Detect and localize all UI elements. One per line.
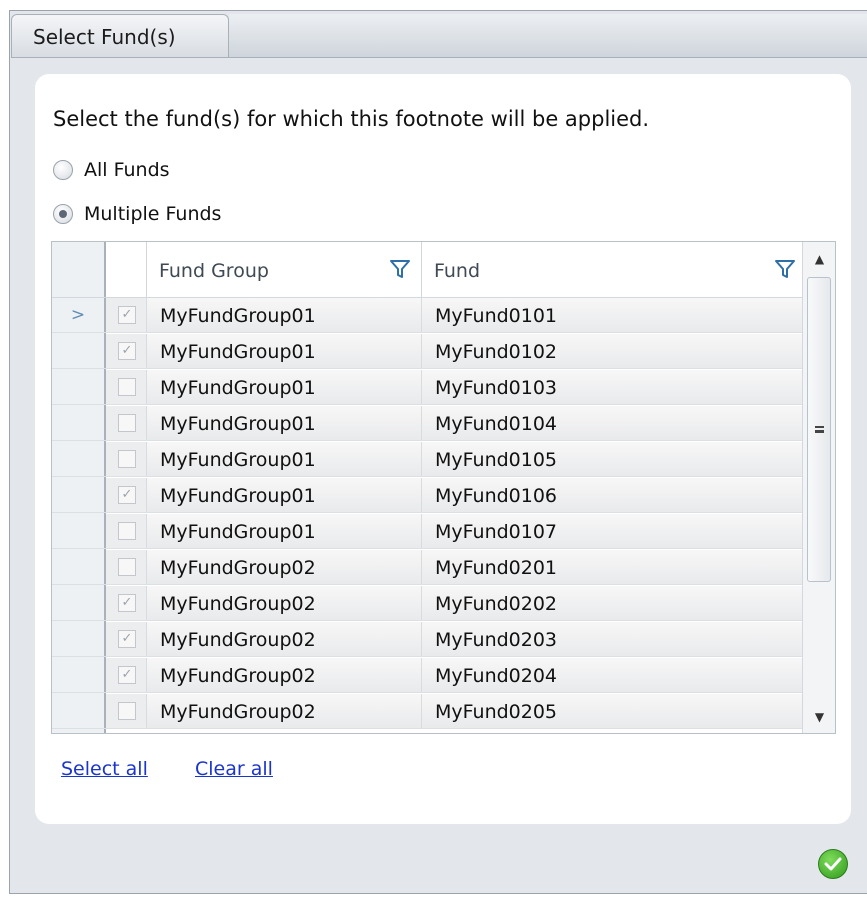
table-row[interactable]: ✓ MyFundGroup01 MyFund0106: [52, 478, 802, 513]
row-checkbox[interactable]: ✓: [118, 630, 136, 648]
row-indicator: [52, 622, 104, 656]
row-indicator: [52, 658, 104, 692]
all-funds-radio[interactable]: [53, 160, 73, 180]
fund-group-cell: MyFundGroup01: [147, 298, 422, 332]
row-checkbox[interactable]: [118, 450, 136, 468]
fund-group-header-label: Fund Group: [159, 260, 269, 282]
table-row[interactable]: MyFundGroup01 MyFund0105: [52, 442, 802, 477]
fund-cell: MyFund0106: [422, 478, 802, 512]
fund-group-cell: MyFundGroup01: [147, 334, 422, 368]
row-checkbox[interactable]: ✓: [118, 594, 136, 612]
title-bar-strip: [229, 14, 867, 58]
row-checkbox-cell: [106, 550, 147, 584]
scrollbar-thumb[interactable]: [807, 277, 831, 582]
clear-all-link[interactable]: Clear all: [195, 758, 273, 780]
fund-group-cell: MyFundGroup01: [147, 370, 422, 404]
column-header-fund[interactable]: Fund: [422, 242, 802, 297]
row-checkbox[interactable]: [118, 414, 136, 432]
fund-cell: MyFund0103: [422, 370, 802, 404]
dialog-title: Select Fund(s): [11, 14, 229, 58]
row-checkbox-cell: ✓: [106, 334, 147, 368]
all-funds-option[interactable]: All Funds: [53, 156, 170, 184]
fund-cell: MyFund0105: [422, 442, 802, 476]
fund-group-cell: MyFundGroup02: [147, 694, 422, 728]
row-checkbox-cell: [106, 442, 147, 476]
row-indicator: [52, 442, 104, 476]
fund-group-cell: MyFundGroup02: [147, 586, 422, 620]
row-indicator: [52, 586, 104, 620]
fund-cell: MyFund0202: [422, 586, 802, 620]
fund-cell: MyFund0102: [422, 334, 802, 368]
row-checkbox-cell: [106, 694, 147, 728]
table-row[interactable]: ✓ MyFundGroup01 MyFund0102: [52, 334, 802, 369]
multiple-funds-radio[interactable]: [53, 204, 73, 224]
checkbox-header: [106, 242, 147, 297]
ok-checkmark-button[interactable]: [818, 849, 848, 879]
table-row[interactable]: MyFundGroup01 MyFund0103: [52, 370, 802, 405]
scroll-up-arrow-icon[interactable]: ▲: [803, 244, 835, 274]
instruction-text: Select the fund(s) for which this footno…: [53, 107, 650, 131]
row-checkbox-cell: ✓: [106, 586, 147, 620]
fund-group-cell: MyFundGroup02: [147, 658, 422, 692]
fund-cell: MyFund0205: [422, 694, 802, 728]
row-checkbox[interactable]: [118, 702, 136, 720]
select-all-link[interactable]: Select all: [61, 758, 148, 780]
scroll-down-arrow-icon[interactable]: ▼: [803, 702, 835, 732]
vertical-scrollbar[interactable]: ▲ ▼: [802, 242, 835, 733]
grip-icon: [815, 426, 824, 433]
row-indicator: [52, 694, 104, 728]
row-indicator: [52, 550, 104, 584]
row-checkbox[interactable]: [118, 522, 136, 540]
row-indicator: [52, 370, 104, 404]
fund-group-filter-icon[interactable]: [389, 258, 411, 280]
table-row[interactable]: ✓ MyFundGroup02 MyFund0203: [52, 622, 802, 657]
row-checkbox[interactable]: ✓: [118, 342, 136, 360]
row-checkbox-cell: ✓: [106, 478, 147, 512]
row-checkbox-cell: ✓: [106, 298, 147, 332]
fund-cell: MyFund0204: [422, 658, 802, 692]
row-indicator: >: [52, 298, 104, 332]
fund-cell: MyFund0101: [422, 298, 802, 332]
fund-header-label: Fund: [434, 260, 481, 282]
row-indicator: [52, 406, 104, 440]
row-checkbox-cell: ✓: [106, 622, 147, 656]
table-row[interactable]: ✓ MyFundGroup02 MyFund0202: [52, 586, 802, 621]
row-checkbox-cell: [106, 406, 147, 440]
fund-cell: MyFund0201: [422, 550, 802, 584]
column-header-fund-group[interactable]: Fund Group: [147, 242, 422, 297]
fund-filter-icon[interactable]: [774, 258, 796, 280]
funds-grid: Fund Group Fund > ✓ MyFundGroup01 MyFund010…: [51, 241, 836, 734]
row-indicator: [52, 514, 104, 548]
row-checkbox-cell: ✓: [106, 658, 147, 692]
table-row[interactable]: MyFundGroup01 MyFund0107: [52, 514, 802, 549]
fund-cell: MyFund0107: [422, 514, 802, 548]
row-checkbox[interactable]: [118, 378, 136, 396]
multiple-funds-option[interactable]: Multiple Funds: [53, 200, 221, 228]
grid-header: Fund Group Fund: [52, 242, 802, 298]
table-row[interactable]: ✓ MyFundGroup02 MyFund0204: [52, 658, 802, 693]
fund-group-cell: MyFundGroup01: [147, 442, 422, 476]
row-checkbox[interactable]: ✓: [118, 486, 136, 504]
fund-group-cell: MyFundGroup02: [147, 622, 422, 656]
table-row[interactable]: MyFundGroup01 MyFund0104: [52, 406, 802, 441]
table-row[interactable]: > ✓ MyFundGroup01 MyFund0101: [52, 298, 802, 333]
table-row[interactable]: MyFundGroup02 MyFund0205: [52, 694, 802, 729]
multiple-funds-label: Multiple Funds: [84, 203, 222, 225]
all-funds-label: All Funds: [84, 159, 170, 181]
row-checkbox[interactable]: ✓: [118, 666, 136, 684]
row-checkbox[interactable]: [118, 558, 136, 576]
row-indicator: [52, 334, 104, 368]
fund-group-cell: MyFundGroup01: [147, 514, 422, 548]
fund-group-cell: MyFundGroup02: [147, 550, 422, 584]
fund-cell: MyFund0104: [422, 406, 802, 440]
fund-group-cell: MyFundGroup01: [147, 478, 422, 512]
row-checkbox-cell: [106, 514, 147, 548]
row-checkbox[interactable]: ✓: [118, 306, 136, 324]
table-row[interactable]: MyFundGroup02 MyFund0201: [52, 550, 802, 585]
checkmark-icon: [824, 857, 842, 871]
row-indicator: [52, 478, 104, 512]
fund-group-cell: MyFundGroup01: [147, 406, 422, 440]
row-checkbox-cell: [106, 370, 147, 404]
fund-cell: MyFund0203: [422, 622, 802, 656]
